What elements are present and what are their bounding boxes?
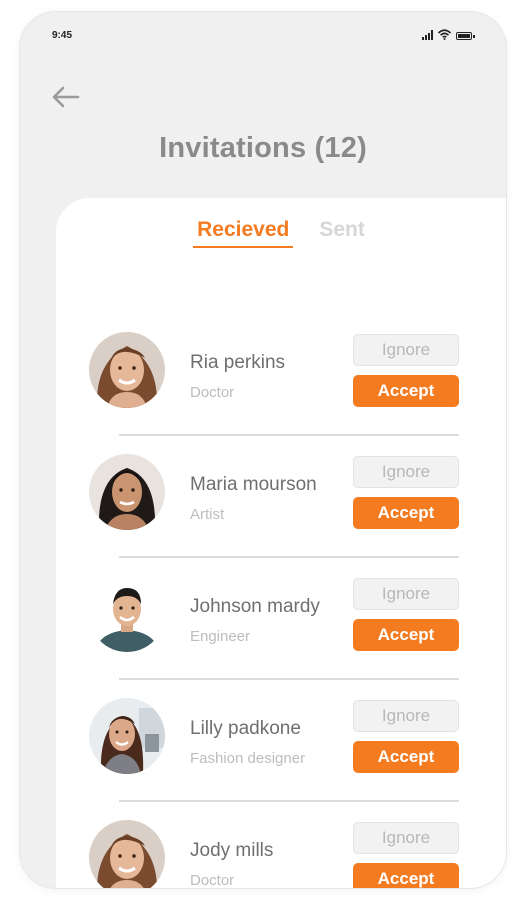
- battery-icon: [456, 32, 475, 40]
- person-role: Fashion designer: [190, 750, 306, 767]
- person-name: Maria mourson: [190, 474, 317, 495]
- wifi-icon: [438, 29, 451, 40]
- avatar: [89, 698, 165, 774]
- invitation-list: Ria perkins Doctor Ignore Accept Maria m…: [56, 314, 506, 888]
- ignore-button[interactable]: Ignore: [353, 334, 459, 366]
- avatar: [89, 576, 165, 652]
- invitation-item: Maria mourson Artist Ignore Accept: [56, 436, 506, 558]
- person-name: Johnson mardy: [190, 596, 320, 617]
- person-name: Jody mills: [190, 840, 274, 861]
- person-name: Lilly padkone: [190, 718, 301, 739]
- avatar: [89, 820, 165, 888]
- avatar: [89, 454, 165, 530]
- person-role: Artist: [190, 506, 225, 523]
- accept-button[interactable]: Accept: [353, 497, 459, 529]
- page-title: Invitations (12): [159, 132, 367, 164]
- tab-received[interactable]: Recieved: [193, 218, 294, 248]
- accept-button[interactable]: Accept: [353, 863, 459, 888]
- back-arrow-icon[interactable]: [50, 84, 80, 110]
- invitations-card: Recieved Sent Ria perkins Doctor Ignore …: [56, 198, 506, 888]
- invitation-item: Jody mills Doctor Ignore Accept: [56, 802, 506, 888]
- accept-button[interactable]: Accept: [353, 741, 459, 773]
- invitation-item: Johnson mardy Engineer Ignore Accept: [56, 558, 506, 680]
- person-role: Doctor: [190, 384, 235, 401]
- tab-sent[interactable]: Sent: [315, 218, 369, 248]
- person-role: Engineer: [190, 628, 251, 645]
- status-time: 9:45: [52, 30, 73, 41]
- ignore-button[interactable]: Ignore: [353, 822, 459, 854]
- ignore-button[interactable]: Ignore: [353, 700, 459, 732]
- status-icons: [422, 28, 475, 40]
- signal-icon: [422, 30, 433, 40]
- status-bar: 9:45: [20, 12, 506, 56]
- tab-bar: Recieved Sent: [56, 218, 506, 248]
- person-role: Doctor: [190, 872, 235, 888]
- phone-frame: 9:45 Invitations (12) Recieved Sent Ria …: [20, 12, 506, 888]
- avatar: [89, 332, 165, 408]
- accept-button[interactable]: Accept: [353, 619, 459, 651]
- accept-button[interactable]: Accept: [353, 375, 459, 407]
- person-name: Ria perkins: [190, 352, 286, 373]
- ignore-button[interactable]: Ignore: [353, 456, 459, 488]
- invitation-item: Lilly padkone Fashion designer Ignore Ac…: [56, 680, 506, 802]
- invitation-item: Ria perkins Doctor Ignore Accept: [56, 314, 506, 436]
- ignore-button[interactable]: Ignore: [353, 578, 459, 610]
